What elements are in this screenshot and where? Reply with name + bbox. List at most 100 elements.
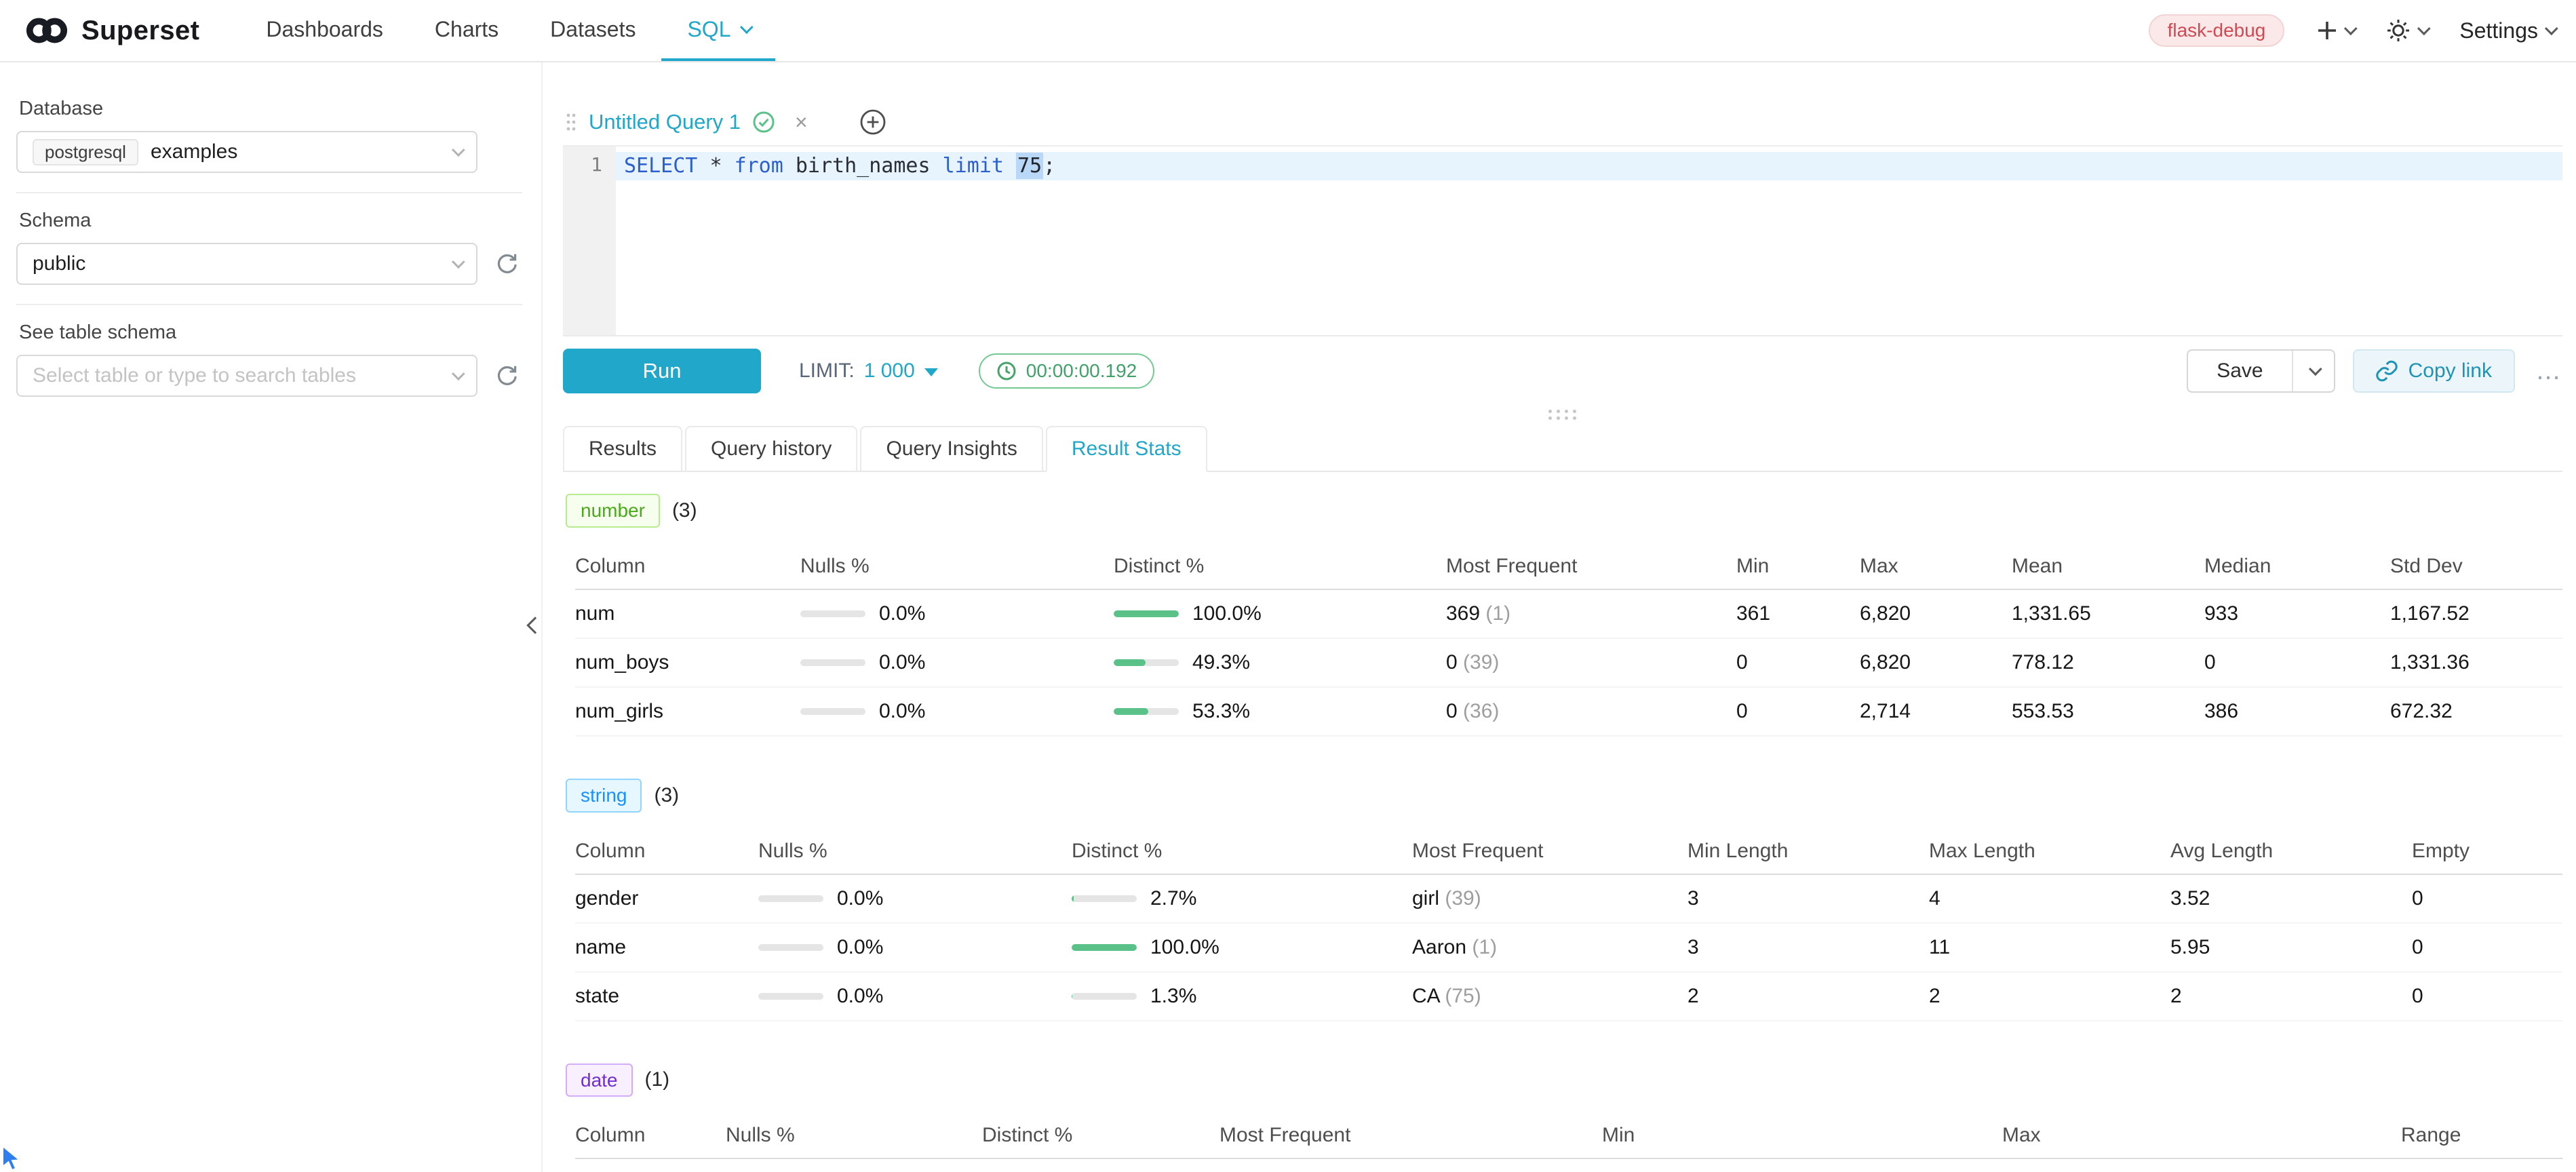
collapse-sidebar-button[interactable] bbox=[529, 612, 541, 637]
column-header: Max bbox=[1860, 555, 2012, 578]
column-header: Nulls % bbox=[800, 555, 1114, 578]
chevron-down-icon bbox=[740, 20, 754, 34]
cell-distinct: 53.3% bbox=[1114, 700, 1446, 723]
nulls-pct: 0.0% bbox=[879, 602, 925, 625]
cell-column: num_girls bbox=[575, 700, 800, 723]
chevron-down-icon bbox=[452, 367, 465, 380]
nulls-bar bbox=[800, 659, 865, 666]
column-header: Std Dev bbox=[2390, 555, 2562, 578]
add-tab-button[interactable] bbox=[859, 109, 886, 136]
nulls-pct: 0.0% bbox=[837, 936, 883, 959]
distinct-pct: 1.3% bbox=[1150, 985, 1196, 1008]
nulls-pct: 0.0% bbox=[837, 985, 883, 1008]
cell-column: name bbox=[575, 936, 758, 959]
editor-gutter: 1 bbox=[563, 146, 616, 335]
nav-datasets[interactable]: Datasets bbox=[524, 0, 661, 61]
number-stats-table: Column Nulls % Distinct % Most Frequent … bbox=[575, 544, 2562, 737]
table-row: num_girls 0.0% 53.3% 0 (36) 0 2,714 553.… bbox=[575, 688, 2562, 737]
distinct-pct: 100.0% bbox=[1150, 936, 1219, 959]
cell-empty: 0 bbox=[2412, 936, 2562, 959]
cell-mean: 553.53 bbox=[2012, 700, 2204, 723]
limit-label: LIMIT: bbox=[799, 359, 855, 383]
type-badge-string: string bbox=[566, 779, 642, 813]
cell-column: gender bbox=[575, 887, 758, 910]
distinct-bar bbox=[1114, 659, 1179, 666]
table-row: num 0.0% 100.0% 369 (1) 361 6,820 1,331.… bbox=[575, 590, 2562, 639]
column-header: Nulls % bbox=[758, 840, 1072, 863]
cell-std-dev: 672.32 bbox=[2390, 700, 2562, 723]
tab-query-history[interactable]: Query history bbox=[685, 426, 857, 471]
nulls-bar bbox=[800, 610, 865, 617]
column-header: Median bbox=[2204, 555, 2390, 578]
close-tab-icon[interactable]: × bbox=[795, 110, 808, 135]
column-header: Nulls % bbox=[726, 1124, 982, 1147]
table-select[interactable]: Select table or type to search tables bbox=[16, 355, 477, 397]
run-button[interactable]: Run bbox=[563, 349, 761, 393]
schema-field: Schema public bbox=[16, 210, 522, 285]
database-select[interactable]: postgresql examples bbox=[16, 131, 477, 173]
save-dropdown-button[interactable] bbox=[2293, 351, 2334, 391]
nulls-bar bbox=[800, 708, 865, 715]
mouse-cursor bbox=[1, 1145, 24, 1172]
distinct-bar bbox=[1114, 708, 1179, 715]
distinct-bar bbox=[1114, 610, 1179, 617]
cell-min: 0 bbox=[1736, 651, 1860, 674]
resize-handle[interactable] bbox=[1548, 410, 1577, 421]
distinct-bar bbox=[1072, 944, 1137, 951]
refresh-schemas-button[interactable] bbox=[495, 252, 518, 275]
cell-min-length: 2 bbox=[1687, 985, 1929, 1008]
refresh-tables-button[interactable] bbox=[495, 364, 518, 387]
sql-code-line: SELECT * from birth_names limit 75; bbox=[624, 152, 1055, 180]
check-circle-icon bbox=[753, 111, 775, 133]
theme-toggle-button[interactable] bbox=[2386, 18, 2427, 43]
schema-select-value: public bbox=[33, 252, 85, 275]
tab-results[interactable]: Results bbox=[563, 426, 682, 471]
cell-distinct: 100.0% bbox=[1114, 602, 1446, 625]
cell-avg-length: 3.52 bbox=[2170, 887, 2412, 910]
cell-column: num_boys bbox=[575, 651, 800, 674]
column-header: Avg Length bbox=[2170, 840, 2412, 863]
save-button[interactable]: Save bbox=[2188, 351, 2292, 391]
copy-link-label: Copy link bbox=[2408, 359, 2492, 383]
cell-distinct: 100.0% bbox=[1072, 936, 1412, 959]
query-tab[interactable]: Untitled Query 1 × bbox=[563, 110, 813, 135]
cell-column: state bbox=[575, 985, 758, 1008]
cell-median: 933 bbox=[2204, 602, 2390, 625]
column-header: Most Frequent bbox=[1219, 1124, 1602, 1147]
database-select-value: examples bbox=[151, 140, 237, 163]
nav-sql[interactable]: SQL bbox=[661, 0, 775, 61]
tab-result-stats[interactable]: Result Stats bbox=[1046, 426, 1207, 472]
distinct-bar bbox=[1072, 993, 1137, 1000]
nulls-bar bbox=[758, 944, 823, 951]
brand-name[interactable]: Superset bbox=[81, 16, 199, 46]
tab-query-insights[interactable]: Query Insights bbox=[860, 426, 1042, 471]
distinct-pct: 100.0% bbox=[1192, 602, 1262, 625]
nav-dashboards[interactable]: Dashboards bbox=[240, 0, 409, 61]
nulls-pct: 0.0% bbox=[879, 700, 925, 723]
date-stats-section: date (1) Column Nulls % Distinct % Most … bbox=[563, 1063, 2562, 1172]
sql-keyword: SELECT bbox=[624, 154, 697, 178]
table-header-row: Column Nulls % Distinct % Most Frequent … bbox=[575, 544, 2562, 590]
settings-menu[interactable]: Settings bbox=[2459, 18, 2554, 43]
more-actions-button[interactable]: … bbox=[2535, 357, 2562, 386]
superset-app: Superset Dashboards Charts Datasets SQL … bbox=[0, 0, 2576, 1172]
column-header: Distinct % bbox=[1114, 555, 1446, 578]
nulls-bar bbox=[758, 895, 823, 902]
database-field: Database postgresql examples bbox=[16, 98, 522, 173]
table-row: name 0.0% 100.0% Aaron (1) 3 11 5.95 bbox=[575, 924, 2562, 973]
sqllab-main: Untitled Query 1 × bbox=[543, 62, 2576, 1172]
navbar: Superset Dashboards Charts Datasets SQL … bbox=[0, 0, 2576, 62]
database-type-tag: postgresql bbox=[33, 139, 138, 165]
sql-editor[interactable]: 1 SELECT * from birth_names limit 75; bbox=[563, 146, 2562, 336]
cell-distinct: 49.3% bbox=[1114, 651, 1446, 674]
table-row: state 0.0% 1.3% CA (75) 2 2 2 bbox=[575, 973, 2562, 1021]
copy-link-button[interactable]: Copy link bbox=[2353, 349, 2515, 393]
limit-dropdown[interactable]: LIMIT: 1 000 bbox=[799, 359, 938, 383]
nav-charts[interactable]: Charts bbox=[409, 0, 524, 61]
schema-select[interactable]: public bbox=[16, 243, 477, 285]
cell-avg-length: 5.95 bbox=[2170, 936, 2412, 959]
cell-avg-length: 2 bbox=[2170, 985, 2412, 1008]
superset-logo-icon[interactable] bbox=[24, 14, 69, 47]
nulls-bar bbox=[758, 993, 823, 1000]
new-item-button[interactable] bbox=[2317, 20, 2354, 41]
